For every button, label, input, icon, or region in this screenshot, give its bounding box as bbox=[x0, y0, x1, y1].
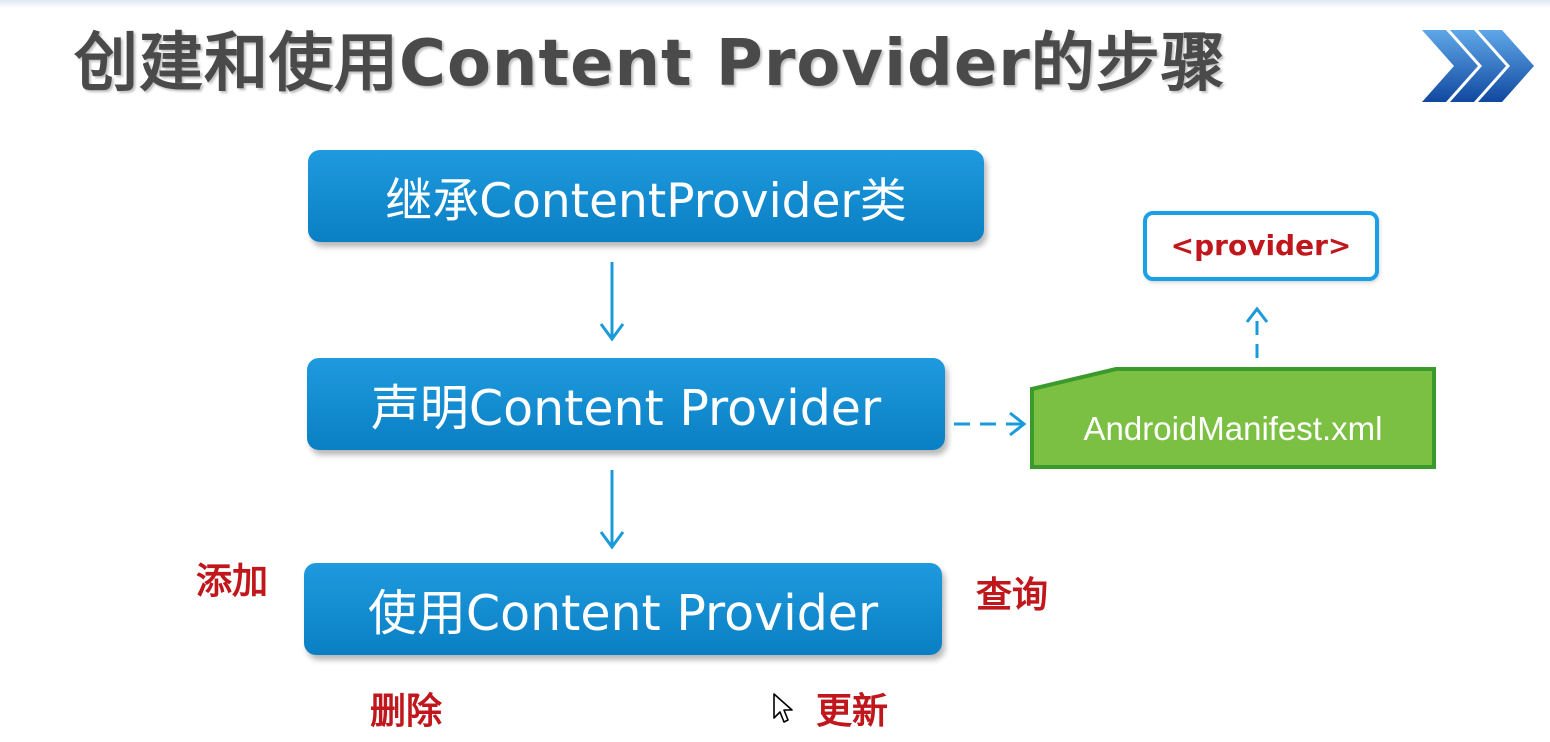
operation-delete: 删除 bbox=[370, 691, 443, 732]
arrow-step2-to-step3 bbox=[599, 470, 625, 550]
operation-add: 添加 bbox=[196, 561, 269, 602]
operation-query: 查询 bbox=[976, 575, 1049, 616]
top-band bbox=[0, 0, 1550, 8]
dashed-arrow-to-provider-tag bbox=[1245, 306, 1269, 358]
step-3-label: 使用Content Provider bbox=[367, 584, 879, 642]
step-extend-content-provider: 继承ContentProvider类 bbox=[308, 150, 984, 242]
dashed-arrow-to-manifest bbox=[954, 411, 1027, 437]
arrow-step1-to-step2 bbox=[599, 262, 625, 342]
step-declare-content-provider: 声明Content Provider bbox=[307, 358, 945, 450]
slide-title: 创建和使用Content Provider的步骤 bbox=[74, 27, 1226, 101]
mouse-pointer-icon bbox=[773, 693, 793, 723]
provider-tag-label: <provider> bbox=[1170, 229, 1352, 262]
step-1-label: 继承ContentProvider类 bbox=[385, 173, 907, 229]
provider-tag-box: <provider> bbox=[1143, 211, 1379, 281]
chevron-double-right-icon bbox=[1422, 30, 1534, 102]
step-2-label: 声明Content Provider bbox=[370, 379, 882, 437]
manifest-file-label: AndroidManifest.xml bbox=[1083, 410, 1383, 447]
step-use-content-provider: 使用Content Provider bbox=[304, 563, 942, 655]
operation-update: 更新 bbox=[816, 691, 889, 732]
